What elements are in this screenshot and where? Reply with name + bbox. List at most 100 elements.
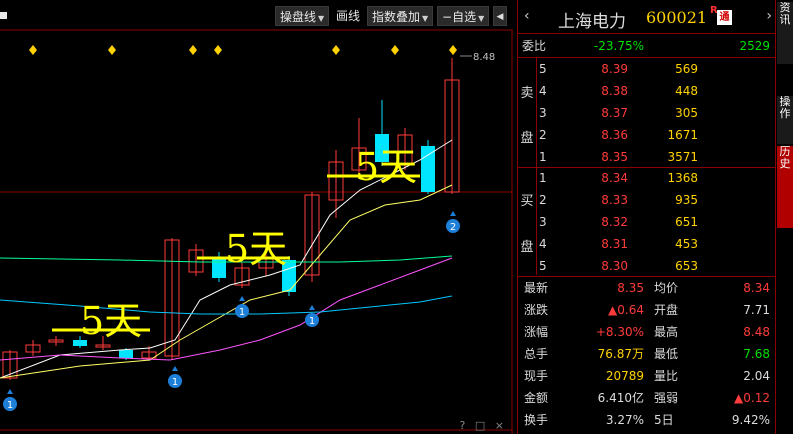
quote-value: 20789: [605, 369, 644, 383]
diamond-marker: [189, 45, 197, 55]
bid-price: 8.34: [601, 171, 628, 185]
ask-row[interactable]: 3 8.37 305: [518, 103, 776, 123]
stock-code: 600021: [646, 8, 708, 27]
bid-row[interactable]: 4 8.31 453: [518, 234, 776, 254]
ask-price: 8.39: [601, 62, 628, 76]
quote-value: 3.27%: [605, 413, 644, 427]
bid-volume: 1368: [667, 171, 698, 185]
ask-level: 3: [539, 106, 547, 120]
quote-row: 金额 6.410亿 强弱 ▲0.12: [518, 388, 776, 408]
ask-row[interactable]: 4 8.38 448: [518, 81, 776, 101]
quote-value: 7.71: [743, 303, 770, 317]
ask-price: 8.37: [601, 106, 628, 120]
restore-icon[interactable]: □: [475, 419, 488, 432]
quote-row: 现手 20789 量比 2.04: [518, 366, 776, 386]
bid-volume: 935: [675, 193, 698, 207]
connect-badge: 通: [717, 10, 732, 25]
bid-level: 3: [539, 215, 547, 229]
candle-body: [421, 146, 435, 192]
quote-label: 最高: [654, 325, 679, 339]
diamond-marker: [108, 45, 116, 55]
bid-row[interactable]: 1 8.34 1368: [518, 168, 776, 188]
side-tab-info[interactable]: 资讯: [777, 2, 793, 64]
marker-label: 1: [7, 400, 13, 411]
bid-volume: 651: [675, 215, 698, 229]
side-tab-history[interactable]: 历史: [777, 146, 793, 228]
ratio-value: -23.75%: [593, 39, 644, 53]
diamond-marker: [332, 45, 340, 55]
ask-volume: 3571: [667, 150, 698, 164]
divider: [518, 276, 776, 277]
ask-row[interactable]: 1 8.35 3571: [518, 147, 776, 167]
quote-value: 9.42%: [731, 413, 770, 427]
ask-level: 2: [539, 128, 547, 142]
buy-label-1: 买: [520, 194, 534, 209]
bid-price: 8.32: [601, 215, 628, 229]
close-icon[interactable]: ×: [495, 419, 507, 432]
side-tab-operate[interactable]: 操作: [777, 96, 793, 144]
bid-level: 4: [539, 237, 547, 251]
diamond-marker: [449, 45, 457, 55]
chart-bottom-icons: ? □ ×: [460, 419, 507, 432]
quote-value: +8.30%: [595, 325, 644, 339]
quote-row: 涨幅 +8.30% 最高 8.48: [518, 322, 776, 342]
bid-ask-ratio-row: 委比 -23.75% 2529: [518, 36, 776, 56]
ask-level: 4: [539, 84, 547, 98]
bid-volume: 453: [675, 237, 698, 251]
quote-label: 现手: [524, 369, 549, 383]
quote-value: ▲0.12: [734, 391, 770, 405]
stock-header: ‹ 上海电力 600021 R 通 ›: [518, 0, 776, 34]
marker-label: 1: [172, 377, 178, 388]
quote-label: 总手: [524, 347, 549, 361]
quote-value: 8.48: [743, 325, 770, 339]
candlestick-chart[interactable]: 操盘线 ▼ 画线 指数叠加 ▼ −自选 ▼ ◀ 8.48 5天 5天 5天 1 1 1 1 2 ? □…: [0, 0, 513, 434]
ask-row[interactable]: 5 8.39 569: [518, 59, 776, 79]
quote-value: 8.35: [617, 281, 644, 295]
marker-label: 2: [450, 222, 456, 233]
kline-canvas[interactable]: 8.48 5天 5天 5天 1 1 1 1 2: [0, 0, 513, 434]
quote-label: 开盘: [654, 303, 679, 317]
marker-label: 1: [239, 307, 245, 318]
bid-row[interactable]: 3 8.32 651: [518, 212, 776, 232]
marker-arrow-icon: [450, 211, 456, 216]
bid-row[interactable]: 2 8.33 935: [518, 190, 776, 210]
diamond-marker: [29, 45, 37, 55]
buy-label-2: 盘: [520, 240, 534, 255]
sell-label-1: 卖: [520, 86, 534, 101]
chevron-right-icon[interactable]: ›: [766, 8, 772, 24]
quote-label: 5日: [654, 413, 674, 427]
divider: [518, 57, 776, 58]
bid-row[interactable]: 5 8.30 653: [518, 256, 776, 276]
quote-label: 量比: [654, 369, 679, 383]
chevron-left-icon[interactable]: ‹: [524, 8, 530, 24]
annotation-text: 5天: [225, 227, 287, 271]
quote-label: 最低: [654, 347, 679, 361]
ask-price: 8.36: [601, 128, 628, 142]
quote-row: 总手 76.87万 最低 7.68: [518, 344, 776, 364]
marker-arrow-icon: [309, 305, 315, 310]
bid-level: 5: [539, 259, 547, 273]
moving-average-line: [0, 295, 453, 315]
annotation-text: 5天: [80, 299, 142, 343]
quote-label: 换手: [524, 413, 549, 427]
candle-body: [212, 258, 226, 278]
ask-volume: 569: [675, 62, 698, 76]
quote-value: 7.68: [743, 347, 770, 361]
marker-arrow-icon: [239, 296, 245, 301]
bid-level: 1: [539, 171, 547, 185]
quote-value: 6.410亿: [597, 391, 644, 405]
quote-value: 2.04: [743, 369, 770, 383]
help-icon[interactable]: ?: [460, 419, 469, 432]
diamond-marker: [391, 45, 399, 55]
ask-volume: 1671: [667, 128, 698, 142]
diamond-marker: [214, 45, 222, 55]
bid-price: 8.31: [601, 237, 628, 251]
bid-volume: 653: [675, 259, 698, 273]
quote-label: 涨幅: [524, 325, 549, 339]
quote-row: 涨跌 ▲0.64 开盘 7.71: [518, 300, 776, 320]
marker-label: 1: [309, 316, 315, 327]
ask-level: 1: [539, 150, 547, 164]
ask-row[interactable]: 2 8.36 1671: [518, 125, 776, 145]
quote-label: 金额: [524, 391, 549, 405]
ask-volume: 448: [675, 84, 698, 98]
